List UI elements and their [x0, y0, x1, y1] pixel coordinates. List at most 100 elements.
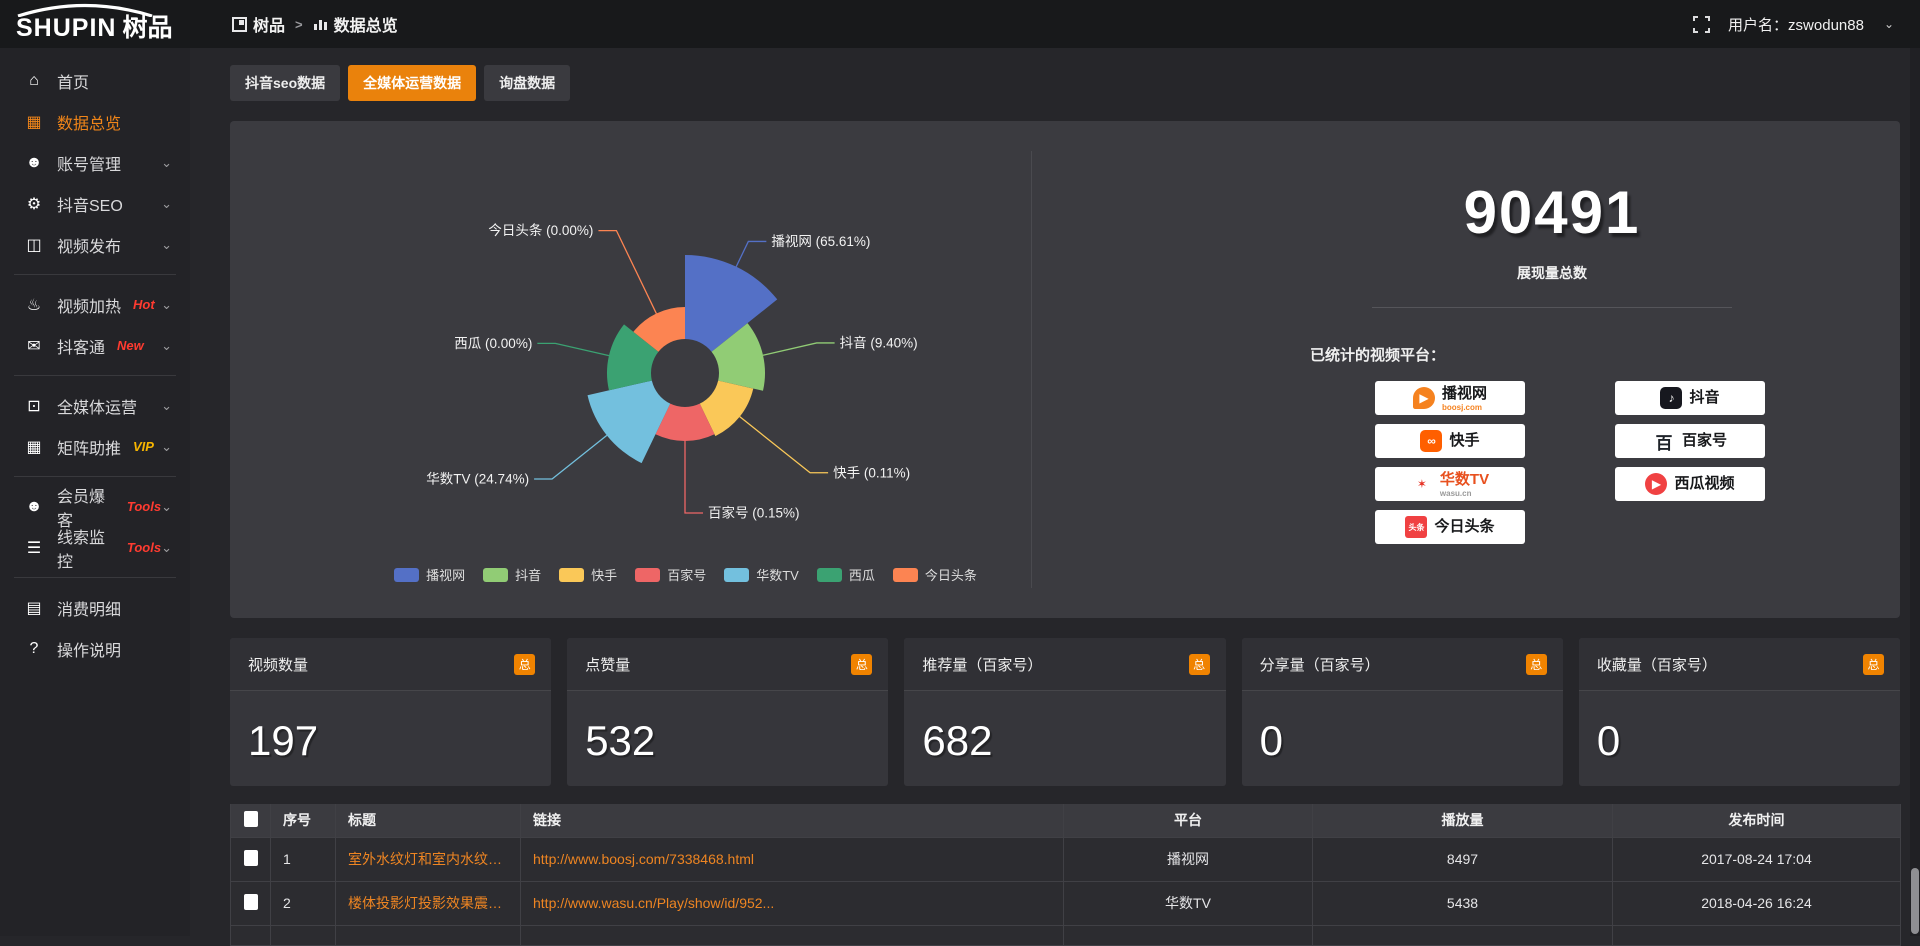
total-badge[interactable]: 总 [1863, 654, 1884, 675]
legend-item-快手[interactable]: 快手 [559, 565, 617, 584]
user-icon: ☻ [24, 154, 44, 172]
sidebar-item-操作说明[interactable]: ?操作说明 [0, 628, 190, 669]
pie-slice-华数TV[interactable] [588, 381, 671, 464]
videos-table: 序号标题链接平台播放量发布时间 1室外水纹灯和室内水纹灯的区别和简介http:/… [230, 804, 1901, 946]
video-url-link[interactable]: http://www.wasu.cn/Play/show/id/952... [533, 895, 1051, 911]
empty-cell [336, 925, 521, 945]
monitor-icon: ⊡ [24, 396, 44, 416]
plays-cell: 5438 [1313, 881, 1613, 925]
chevron-down-icon: ⌄ [161, 196, 172, 212]
platform-name: 今日头条 [1434, 518, 1494, 536]
impressions-total-value: 90491 [1302, 183, 1802, 243]
total-badge[interactable]: 总 [514, 654, 535, 675]
stat-card-header: 点赞量 总 [567, 638, 888, 691]
pie-label-line [740, 417, 828, 473]
username[interactable]: 用户名：zswodun88 [1728, 14, 1864, 35]
pie-label-抖音: 抖音 (9.40%) [840, 334, 918, 350]
platform-name-text: 快手 [1449, 432, 1479, 449]
breadcrumb-label: 数据总览 [334, 12, 398, 36]
impressions-total-label: 展现量总数 [1302, 263, 1802, 283]
legend-item-播视网[interactable]: 播视网 [394, 565, 465, 584]
row-checkbox-cell [231, 837, 271, 881]
platform-sub-text: wasu.cn [1440, 489, 1489, 498]
pie-label-快手: 快手 (0.11%) [833, 465, 910, 480]
row-checkbox-cell [231, 881, 271, 925]
total-badge[interactable]: 总 [1526, 654, 1547, 675]
breadcrumb-current[interactable]: 数据总览 [313, 12, 398, 36]
stat-card-视频数量: 视频数量总197 [230, 638, 551, 786]
tab-询盘数据[interactable]: 询盘数据 [484, 65, 570, 101]
empty-cell [1064, 925, 1313, 945]
publish-time-cell: 2018-04-26 16:24 [1613, 881, 1901, 925]
stat-card-header: 视频数量总 [230, 638, 551, 691]
sidebar-item-视频发布[interactable]: ◫视频发布⌄ [0, 224, 190, 265]
video-title-link: 室外水纹灯和室内水纹灯的区别和简介 [336, 837, 521, 881]
video-url-link[interactable]: http://www.boosj.com/7338468.html [533, 851, 1051, 867]
legend-label: 百家号 [667, 565, 706, 584]
sidebar-item-label: 首页 [57, 69, 89, 93]
sidebar-item-消费明细[interactable]: ▤消费明细 [0, 587, 190, 628]
tab-抖音seo数据[interactable]: 抖音seo数据 [230, 65, 340, 101]
chevron-down-icon: ⌄ [161, 439, 172, 455]
legend-item-今日头条[interactable]: 今日头条 [893, 565, 977, 584]
breadcrumb-home[interactable]: 树品 [232, 12, 285, 36]
platform-name: 播视网boosj.com [1442, 385, 1487, 412]
summary-area: 90491 展现量总数 已统计的视频平台： ▶播视网boosj.com♪抖音∞快… [1032, 121, 1900, 618]
top-header: SHUPIN 树品 树品 > 数据总览 用户名：zswodun88 ⌄ [0, 0, 1920, 48]
sidebar-item-首页[interactable]: ⌂首页 [0, 60, 190, 101]
toutiao-logo: 头条 [1405, 516, 1427, 538]
legend-item-西瓜[interactable]: 西瓜 [817, 565, 875, 584]
legend-label: 西瓜 [849, 565, 875, 584]
fullscreen-icon[interactable] [1693, 16, 1710, 33]
select-all-checkbox[interactable] [244, 811, 258, 827]
platform-cell: 播视网 [1064, 837, 1313, 881]
kuaishou-logo: ∞ [1420, 430, 1442, 452]
legend-swatch [817, 568, 842, 582]
sidebar-item-视频加热[interactable]: ♨视频加热Hot⌄ [0, 284, 190, 325]
total-badge[interactable]: 总 [1189, 654, 1210, 675]
legend-item-百家号[interactable]: 百家号 [635, 565, 706, 584]
sidebar-item-线索监控[interactable]: ☰线索监控Tools⌄ [0, 527, 190, 568]
page-scrollbar[interactable] [1910, 48, 1920, 936]
sidebar-item-全媒体运营[interactable]: ⊡全媒体运营⌄ [0, 385, 190, 426]
gear-icon: ⚙ [24, 194, 44, 214]
chart-legend: 播视网抖音快手 百家号华数TV 西瓜 今日头条 [230, 565, 1031, 584]
chevron-down-icon: ⌄ [161, 398, 172, 414]
legend-label: 今日头条 [925, 565, 977, 584]
sidebar: ⌂首页▦数据总览☻账号管理⌄⚙抖音SEO⌄◫视频发布⌄ ♨视频加热Hot⌄✉抖客通… [0, 48, 190, 936]
total-badge[interactable]: 总 [851, 654, 872, 675]
sidebar-item-抖音SEO[interactable]: ⚙抖音SEO⌄ [0, 183, 190, 224]
video-title-link[interactable]: 楼体投影灯投影效果震撼上市 [348, 893, 508, 913]
chevron-down-icon: ⌄ [161, 155, 172, 171]
sidebar-item-会员爆客[interactable]: ☻会员爆客Tools⌄ [0, 486, 190, 527]
platform-logo-快手: ∞ 快手 [1375, 424, 1525, 458]
sidebar-item-label: 视频发布 [57, 233, 121, 257]
pie-label-line [537, 343, 609, 355]
sidebar-item-数据总览[interactable]: ▦数据总览 [0, 101, 190, 142]
window-icon [232, 17, 247, 32]
app-logo[interactable]: SHUPIN 树品 [0, 0, 190, 48]
pie-label-华数TV: 华数TV (24.74%) [426, 471, 529, 486]
video-title-link[interactable]: 室外水纹灯和室内水纹灯的区别和简介 [348, 849, 508, 869]
sidebar-item-账号管理[interactable]: ☻账号管理⌄ [0, 142, 190, 183]
sidebar-item-矩阵助推[interactable]: ▦矩阵助推VIP⌄ [0, 426, 190, 467]
platform-sub-text: boosj.com [1442, 403, 1487, 412]
pie-label-line [685, 441, 703, 513]
xigua-logo: ▶ [1645, 473, 1667, 495]
legend-item-抖音[interactable]: 抖音 [483, 565, 541, 584]
tab-全媒体运营数据[interactable]: 全媒体运营数据 [348, 65, 476, 101]
scrollbar-thumb[interactable] [1911, 868, 1919, 934]
stat-card-title: 点赞量 [585, 654, 630, 675]
table-row: 1室外水纹灯和室内水纹灯的区别和简介http://www.boosj.com/7… [231, 837, 1901, 881]
legend-item-华数TV[interactable]: 华数TV [724, 565, 799, 584]
sidebar-item-抖客通[interactable]: ✉抖客通New⌄ [0, 325, 190, 366]
empty-cell [1313, 925, 1613, 945]
chevron-down-icon[interactable]: ⌄ [1884, 17, 1894, 31]
stat-cards-row: 视频数量总197点赞量总532推荐量（百家号）总682分享量（百家号）总0收藏量… [230, 638, 1900, 786]
row-checkbox[interactable] [244, 894, 258, 910]
pie-label-line [763, 343, 835, 355]
stat-card-点赞量: 点赞量总532 [567, 638, 888, 786]
row-checkbox[interactable] [244, 850, 258, 866]
logo-suffix: 树品 [122, 16, 172, 48]
main-content: 抖音seo数据全媒体运营数据询盘数据 播视网 (65.61%)抖音 (9.40%… [190, 48, 1920, 936]
